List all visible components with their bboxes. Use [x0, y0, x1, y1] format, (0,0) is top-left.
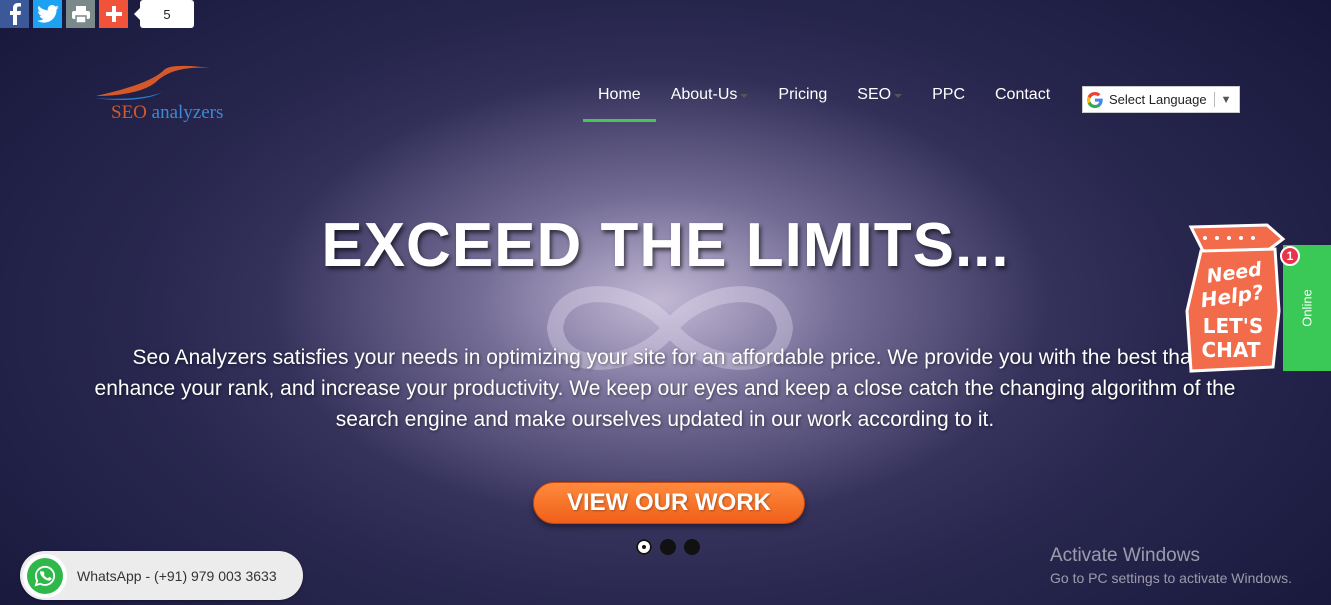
whatsapp-label: WhatsApp - (+91) 979 003 3633 [77, 567, 277, 584]
language-select[interactable]: Select Language ▼ [1082, 86, 1240, 113]
activate-windows-watermark: Activate Windows Go to PC settings to ac… [1050, 545, 1292, 586]
site-logo[interactable]: SEO analyzers [92, 62, 232, 127]
share-bar: 5 [0, 0, 194, 28]
slider-dots [636, 539, 700, 555]
svg-text:LET'S: LET'S [1203, 314, 1264, 338]
hero-description: Seo Analyzers satisfies your needs in op… [94, 346, 1236, 431]
need-help-chat-icon: Need Help? LET'S CHAT [1185, 223, 1286, 373]
view-our-work-button[interactable]: VIEW OUR WORK [533, 482, 805, 524]
logo-text: SEO analyzers [111, 102, 224, 123]
divider [1213, 92, 1215, 107]
print-button[interactable] [66, 0, 95, 28]
dropdown-arrow-icon: ▼ [1220, 93, 1232, 106]
hero-title: EXCEED THE LIMITS... [321, 211, 1010, 280]
chevron-down-icon [894, 94, 903, 98]
slider-dot-3[interactable] [684, 539, 700, 555]
logo-swoosh-icon [94, 65, 210, 100]
watermark-title: Activate Windows [1050, 545, 1200, 566]
notification-badge: 1 [1280, 246, 1300, 266]
svg-text:CHAT: CHAT [1202, 338, 1261, 362]
facebook-share-button[interactable] [0, 0, 29, 28]
add-icon [105, 6, 122, 22]
whatsapp-icon [34, 565, 56, 587]
language-select-label: Select Language [1109, 92, 1207, 107]
slider-dot-1[interactable] [636, 539, 652, 555]
facebook-icon [9, 3, 21, 25]
slider-dot-2[interactable] [660, 539, 676, 555]
chevron-down-icon [740, 94, 749, 98]
chat-widget-button[interactable]: Need Help? LET'S CHAT [1183, 221, 1287, 373]
twitter-icon [36, 5, 59, 23]
print-icon [71, 5, 90, 23]
online-status-label: Online [1299, 289, 1315, 327]
nav-item-home[interactable]: Home [583, 86, 656, 122]
add-share-button[interactable] [99, 0, 128, 28]
nav-item-about-us[interactable]: About-Us [656, 86, 764, 122]
twitter-share-button[interactable] [33, 0, 62, 28]
nav-item-pricing[interactable]: Pricing [763, 86, 842, 122]
whatsapp-button[interactable]: WhatsApp - (+91) 979 003 3633 [20, 551, 303, 600]
main-nav: Home About-Us Pricing SEO PPC Contact [583, 86, 1065, 122]
nav-item-seo[interactable]: SEO [842, 86, 917, 122]
nav-item-ppc[interactable]: PPC [917, 86, 980, 122]
watermark-subtitle: Go to PC settings to activate Windows. [1050, 570, 1292, 586]
google-icon [1087, 91, 1103, 108]
share-count: 5 [134, 0, 194, 28]
nav-item-contact[interactable]: Contact [980, 86, 1065, 122]
